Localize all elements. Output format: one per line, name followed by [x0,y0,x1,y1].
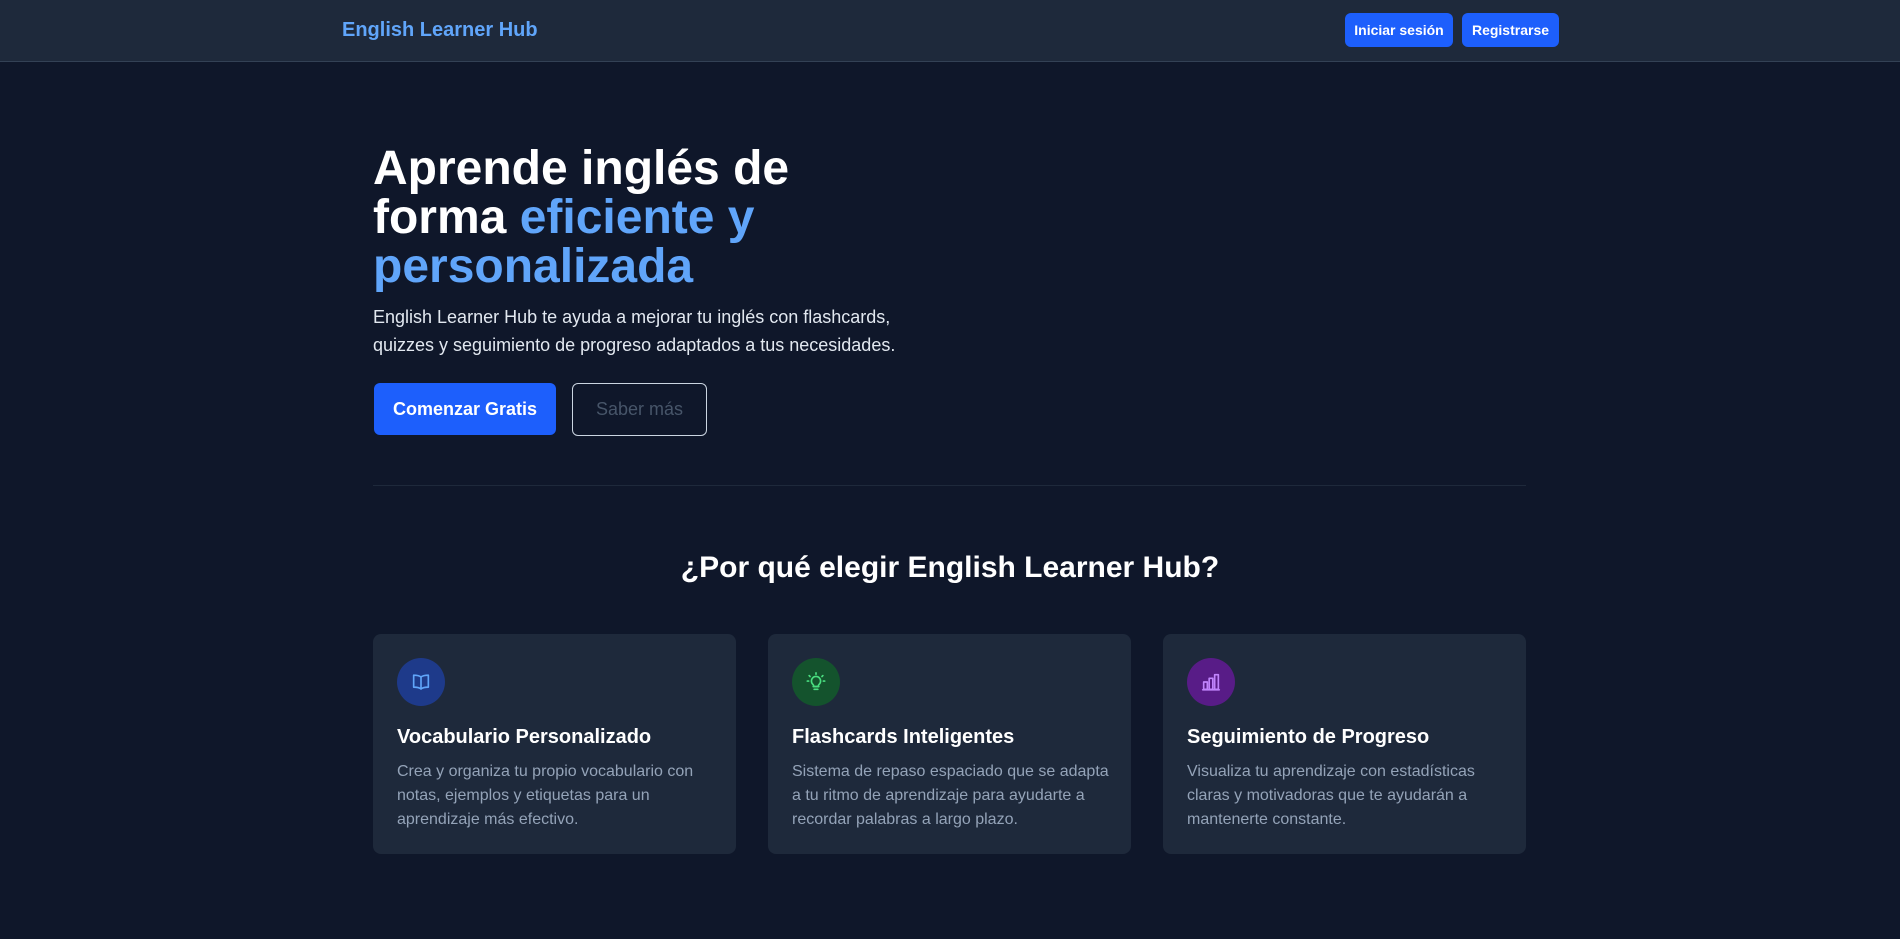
register-button[interactable]: Registrarse [1462,13,1559,47]
top-navbar: English Learner Hub Iniciar sesión Regis… [0,0,1900,62]
feature-card-title: Vocabulario Personalizado [397,726,652,748]
login-button[interactable]: Iniciar sesión [1345,13,1453,47]
feature-card-text: Sistema de repaso espaciado que se adapt… [792,763,1109,828]
hero-title: Aprende inglés de forma eficiente y pers… [373,144,933,291]
section-divider [373,485,1526,486]
feature-card-flashcards: Flashcards Inteligentes Sistema de repas… [768,634,1131,854]
feature-card-title: Seguimiento de Progreso [1187,726,1430,748]
features-title: ¿Por qué elegir English Learner Hub? [680,551,1220,584]
feature-card-title: Flashcards Inteligentes [792,726,1015,748]
lightbulb-icon [792,658,840,706]
book-open-icon [397,658,445,706]
feature-card-text: Visualiza tu aprendizaje con estadística… [1187,763,1475,828]
bar-chart-icon [1187,658,1235,706]
feature-card-vocabulary: Vocabulario Personalizado Crea y organiz… [373,634,736,854]
learn-more-button[interactable]: Saber más [572,383,707,436]
start-free-button[interactable]: Comenzar Gratis [374,383,556,435]
brand-logo[interactable]: English Learner Hub [342,19,538,42]
feature-card-text: Crea y organiza tu propio vocabulario co… [397,763,694,828]
feature-card-progress: Seguimiento de Progreso Visualiza tu apr… [1163,634,1526,854]
hero-subtitle: English Learner Hub te ayuda a mejorar t… [373,307,896,355]
